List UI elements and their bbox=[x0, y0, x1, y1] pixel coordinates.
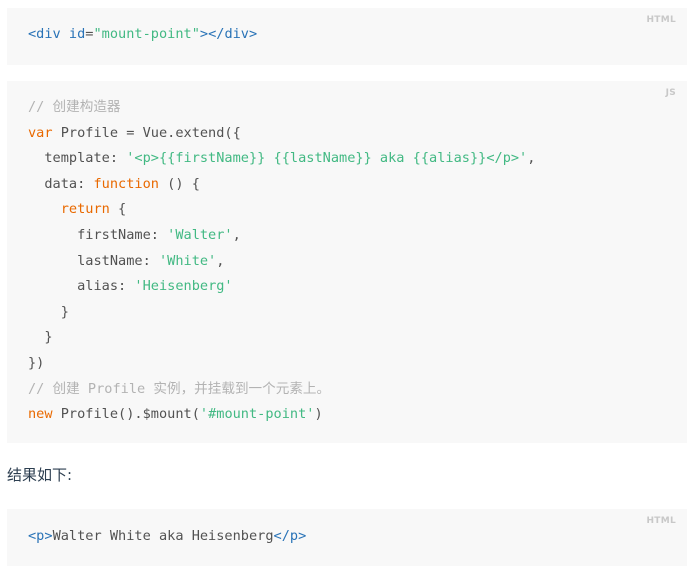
code-token-tag: </p> bbox=[273, 528, 307, 544]
code-string: '<p>{{firstName}} {{lastName}} aka {{ali… bbox=[126, 150, 528, 167]
code-token-attr: id bbox=[68, 26, 86, 42]
code-string: 'Walter' bbox=[167, 226, 233, 243]
code-keyword: new bbox=[28, 406, 53, 423]
js-code-block-profile: JS // 创建构造器 var Profile = Vue.extend({ te… bbox=[7, 81, 687, 443]
code-text: alias: bbox=[28, 278, 135, 295]
code-line: var Profile = Vue.extend({ bbox=[28, 121, 535, 147]
code-text: ) bbox=[314, 406, 323, 423]
code-line: new Profile().$mount('#mount-point') bbox=[28, 402, 535, 428]
code-comment: // 创建构造器 bbox=[28, 99, 121, 115]
code-keyword: var bbox=[28, 124, 53, 141]
code-line: } bbox=[28, 300, 535, 326]
code-text: data: bbox=[28, 175, 94, 192]
code-line: <div id="mount-point"></div> bbox=[28, 22, 257, 48]
html-code-block-mount-point: HTML <div id="mount-point"></div> bbox=[7, 8, 687, 65]
code-line: alias: 'Heisenberg' bbox=[28, 274, 535, 300]
code-string: 'Heisenberg' bbox=[134, 278, 233, 295]
code-text: () { bbox=[158, 175, 200, 192]
code-text: lastName: bbox=[28, 252, 159, 269]
code-comment: // 创建 Profile 实例，并挂载到一个元素上。 bbox=[28, 380, 331, 397]
code-line: } bbox=[28, 325, 535, 351]
code-text: } bbox=[28, 303, 69, 320]
code-token-tag: <p> bbox=[28, 528, 53, 544]
code-content: <p>Walter White aka Heisenberg</p> bbox=[28, 524, 306, 550]
code-content: <div id="mount-point"></div> bbox=[28, 22, 257, 48]
language-label: HTML bbox=[646, 15, 676, 25]
code-line: // 创建 Profile 实例，并挂载到一个元素上。 bbox=[28, 377, 535, 403]
code-line: }) bbox=[28, 351, 535, 377]
code-text: }) bbox=[28, 354, 45, 371]
code-text: , bbox=[527, 150, 536, 167]
code-token-tag: ></div> bbox=[199, 26, 258, 42]
code-text: firstName: bbox=[28, 226, 168, 243]
code-string: '#mount-point' bbox=[199, 406, 315, 423]
code-text: } bbox=[28, 329, 53, 346]
code-line: data: function () { bbox=[28, 172, 535, 198]
code-content: // 创建构造器 var Profile = Vue.extend({ templ… bbox=[28, 95, 535, 428]
code-text: Walter White aka Heisenberg bbox=[52, 528, 274, 544]
code-line: firstName: 'Walter', bbox=[28, 223, 535, 249]
code-token-string: "mount-point" bbox=[93, 26, 200, 42]
html-code-block-result: HTML <p>Walter White aka Heisenberg</p> bbox=[7, 509, 687, 566]
code-text: , bbox=[232, 226, 241, 243]
code-string: 'White' bbox=[158, 252, 217, 269]
code-text: { bbox=[109, 201, 127, 218]
result-paragraph: 结果如下: bbox=[7, 466, 73, 484]
language-label: HTML bbox=[646, 516, 676, 526]
code-line: lastName: 'White', bbox=[28, 249, 535, 275]
code-text: Profile().$mount( bbox=[52, 406, 200, 423]
code-token-tag: <div bbox=[28, 26, 69, 42]
code-line: <p>Walter White aka Heisenberg</p> bbox=[28, 524, 306, 550]
language-label: JS bbox=[665, 88, 676, 98]
code-text: template: bbox=[28, 150, 127, 167]
code-line: return { bbox=[28, 197, 535, 223]
code-text: Profile = Vue.extend({ bbox=[52, 124, 241, 141]
code-keyword: return bbox=[60, 201, 110, 218]
code-line: template: '<p>{{firstName}} {{lastName}}… bbox=[28, 146, 535, 172]
code-keyword: function bbox=[93, 175, 159, 192]
code-line: // 创建构造器 bbox=[28, 95, 535, 121]
code-text: , bbox=[216, 252, 225, 269]
